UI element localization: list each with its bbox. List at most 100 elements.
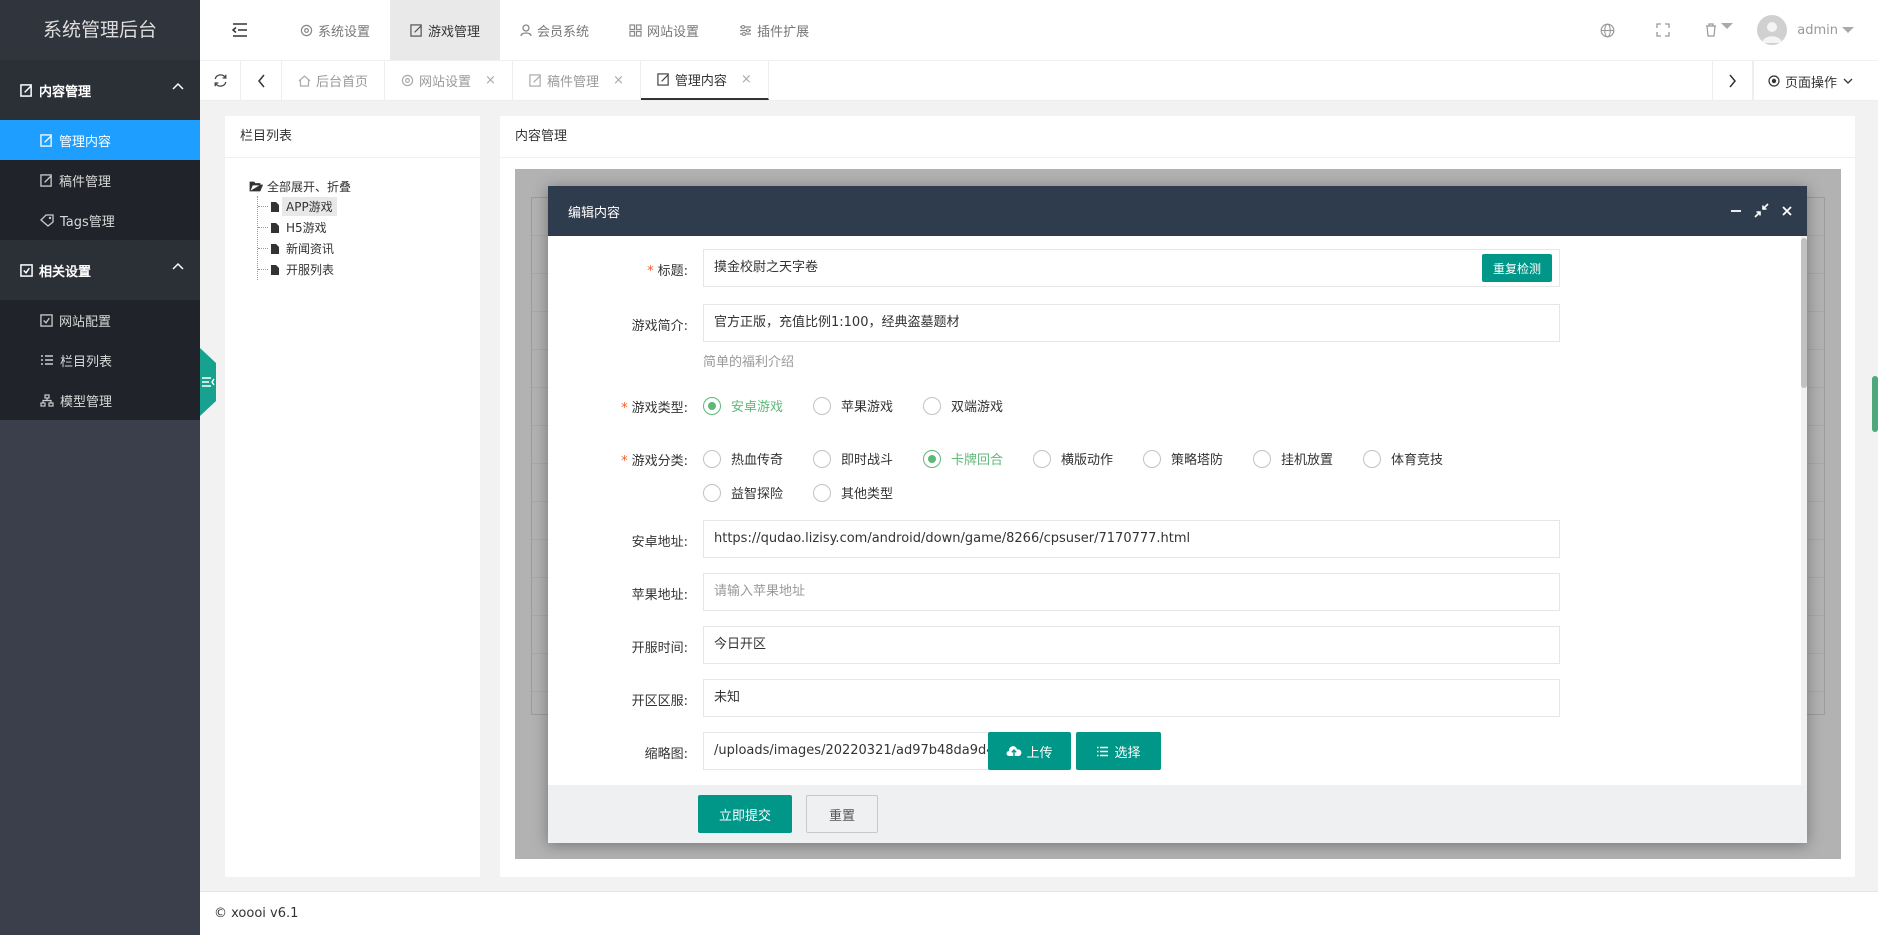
form-row-intro: 游戏简介: 官方正版，充值比例1:100，经典盗墓题材 简单的福利介绍 [548, 304, 1801, 384]
tree-node[interactable]: 新闻资讯 [258, 238, 480, 259]
sidebar-group-settings[interactable]: 相关设置 [0, 240, 200, 300]
app-logo-title[interactable]: 系统管理后台 [0, 0, 200, 60]
radio-label: 卡牌回合 [951, 453, 1004, 468]
tree-node-label: 开服列表 [286, 263, 335, 277]
radio-button[interactable] [813, 449, 831, 468]
avatar [1757, 15, 1788, 45]
radio-button[interactable] [923, 449, 941, 468]
tree-node[interactable]: H5游戏 [258, 217, 480, 238]
sidebar-item-tags[interactable]: Tags管理 [0, 200, 200, 240]
radio-button[interactable] [1143, 449, 1161, 468]
sidebar-collapse-handle[interactable] [200, 348, 216, 416]
sidebar-item-manage-content[interactable]: 管理内容 [0, 120, 200, 160]
tree-node-label: APP游戏 [282, 197, 337, 216]
radio-category[interactable]: 横版动作 [1033, 449, 1113, 468]
edit-icon [40, 173, 53, 187]
sidebar-group-content[interactable]: 内容管理 [0, 60, 200, 120]
radio-button[interactable] [1363, 449, 1381, 468]
edit-icon [40, 133, 53, 147]
radio-category[interactable]: 其他类型 [813, 483, 893, 502]
ios-url-input[interactable]: 请输入苹果地址 [703, 573, 1560, 611]
list-icon [1096, 746, 1109, 757]
fullscreen-button[interactable] [1635, 23, 1691, 37]
reset-button[interactable]: 重置 [806, 795, 878, 833]
gear-icon [401, 74, 414, 87]
radio-category[interactable]: 益智探险 [703, 483, 783, 502]
tab-close-button[interactable]: × [613, 73, 624, 88]
form-row-game-type: * 游戏类型: 安卓游戏 苹果游戏 双端游戏 [548, 386, 1801, 426]
server-input[interactable]: 未知 [703, 679, 1560, 717]
nav-game-management[interactable]: 游戏管理 [390, 0, 501, 60]
close-icon[interactable] [1781, 205, 1793, 217]
home-icon [298, 74, 311, 87]
select-image-button[interactable]: 选择 [1076, 732, 1161, 770]
restore-icon[interactable] [1754, 203, 1769, 218]
language-button[interactable] [1579, 23, 1635, 38]
edit-icon [529, 74, 542, 87]
dialog-scrollbar[interactable] [1801, 236, 1807, 785]
nav-member-system[interactable]: 会员系统 [500, 0, 609, 60]
sidebar-item-label: 稿件管理 [59, 174, 112, 190]
tab-manuscripts[interactable]: 稿件管理 × [513, 61, 641, 100]
page-scrollbar[interactable] [1872, 376, 1878, 432]
submit-button[interactable]: 立即提交 [698, 795, 792, 833]
title-input[interactable]: 摸金校尉之天字卷 [703, 249, 1560, 287]
sidebar-item-manuscripts[interactable]: 稿件管理 [0, 160, 200, 200]
radio-category[interactable]: 体育竞技 [1363, 449, 1443, 468]
radio-android-game[interactable]: 安卓游戏 [703, 396, 783, 415]
edit-content-dialog: 编辑内容 * 标题: 摸金校尉之天字卷 重复检测 游戏简介: 官方正版，充值比例1… [548, 186, 1807, 843]
sidebar-item-site-config[interactable]: 网站配置 [0, 300, 200, 340]
radio-button[interactable] [703, 449, 721, 468]
android-url-input[interactable]: https://qudao.lizisy.com/android/down/ga… [703, 520, 1560, 558]
dialog-header[interactable]: 编辑内容 [548, 186, 1807, 236]
list-icon [40, 354, 54, 366]
tab-close-button[interactable]: × [741, 72, 752, 87]
radio-button[interactable] [703, 483, 721, 502]
minimize-icon[interactable] [1730, 205, 1742, 217]
radio-category[interactable]: 即时战斗 [813, 449, 893, 468]
menu-toggle-button[interactable] [200, 0, 280, 60]
tab-website-settings[interactable]: 网站设置 × [385, 61, 513, 100]
sidebar-item-columns[interactable]: 栏目列表 [0, 340, 200, 380]
radio-category[interactable]: 挂机放置 [1253, 449, 1333, 468]
radio-button[interactable] [923, 396, 941, 415]
nav-website-settings[interactable]: 网站设置 [609, 0, 719, 60]
radio-dual-platform-game[interactable]: 双端游戏 [923, 396, 1003, 415]
tree-node-label: H5游戏 [286, 221, 327, 235]
clear-cache-button[interactable] [1691, 23, 1747, 37]
upload-button[interactable]: 上传 [988, 732, 1071, 770]
sliders-icon [739, 24, 752, 37]
file-icon [270, 243, 280, 255]
thumbnail-path-input[interactable]: /uploads/images/20220321/ad97b48da9d41 [703, 732, 989, 770]
radio-button[interactable] [813, 483, 831, 502]
tab-home[interactable]: 后台首页 [282, 61, 386, 100]
intro-input[interactable]: 官方正版，充值比例1:100，经典盗墓题材 [703, 304, 1560, 342]
sidebar-item-models[interactable]: 模型管理 [0, 380, 200, 420]
tab-close-button[interactable]: × [485, 73, 496, 88]
radio-ios-game[interactable]: 苹果游戏 [813, 396, 893, 415]
tree-node[interactable]: APP游戏 [258, 196, 480, 217]
radio-button[interactable] [703, 396, 721, 415]
user-menu[interactable]: admin [1747, 15, 1878, 45]
radio-category[interactable]: 热血传奇 [703, 449, 783, 468]
radio-dot-icon [1768, 75, 1780, 87]
refresh-button[interactable] [200, 61, 241, 100]
nav-system-settings[interactable]: 系统设置 [280, 0, 390, 60]
radio-category[interactable]: 策略塔防 [1143, 449, 1223, 468]
tabs-scroll-left-button[interactable] [241, 61, 282, 100]
radio-button[interactable] [813, 396, 831, 415]
tree-node[interactable]: 开服列表 [258, 259, 480, 280]
tab-manage-content[interactable]: 管理内容 × [640, 61, 769, 100]
trash-icon [1705, 23, 1717, 37]
nav-plugin-extensions[interactable]: 插件扩展 [719, 0, 829, 60]
radio-button[interactable] [1033, 449, 1051, 468]
open-time-input[interactable]: 今日开区 [703, 626, 1560, 664]
intro-hint: 简单的福利介绍 [703, 355, 795, 370]
tabs-scroll-right-button[interactable] [1711, 61, 1753, 101]
radio-button[interactable] [1253, 449, 1271, 468]
duplicate-check-button[interactable]: 重复检测 [1482, 254, 1552, 282]
page-operations-dropdown[interactable]: 页面操作 [1752, 61, 1878, 101]
tree-toggle-all[interactable]: 全部展开、折叠 [249, 176, 480, 196]
radio-category[interactable]: 卡牌回合 [923, 449, 1003, 468]
field-label: * 游戏分类: [621, 454, 688, 469]
